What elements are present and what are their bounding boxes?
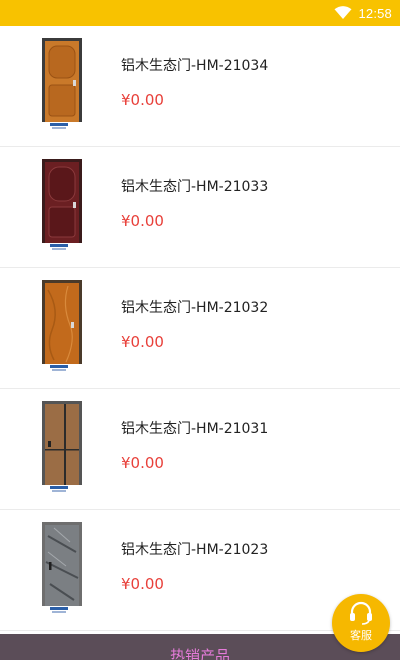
wifi-icon: [334, 6, 352, 19]
customer-service-button[interactable]: 客服: [332, 594, 390, 652]
door-image: [42, 401, 82, 492]
status-time: 12:58: [358, 5, 392, 21]
product-list: 铝木生态门-HM-21034 ¥0.00 铝木生态门-HM-21033 ¥0.0…: [0, 26, 400, 631]
headset-icon: [350, 601, 372, 625]
product-name: 铝木生态门-HM-21032: [121, 300, 269, 316]
door-image: [42, 280, 82, 371]
door-image: [42, 38, 82, 129]
product-name: 铝木生态门-HM-21034: [121, 58, 269, 74]
product-name: 铝木生态门-HM-21031: [121, 421, 269, 437]
product-price: ¥0.00: [121, 91, 164, 109]
door-image: [42, 522, 82, 613]
product-item[interactable]: 铝木生态门-HM-21032 ¥0.00: [0, 268, 400, 389]
product-price: ¥0.00: [121, 212, 164, 230]
status-bar: 12:58: [0, 0, 400, 26]
hot-products-label: 热销产品: [169, 647, 230, 660]
product-name: 铝木生态门-HM-21033: [121, 179, 269, 195]
product-price: ¥0.00: [121, 575, 164, 593]
customer-service-label: 客服: [350, 629, 372, 642]
product-name: 铝木生态门-HM-21023: [121, 542, 269, 558]
product-item[interactable]: 铝木生态门-HM-21033 ¥0.00: [0, 147, 400, 268]
product-price: ¥0.00: [121, 333, 164, 351]
product-item[interactable]: 铝木生态门-HM-21034 ¥0.00: [0, 26, 400, 147]
product-price: ¥0.00: [121, 454, 164, 472]
door-image: [42, 159, 82, 250]
product-item[interactable]: 铝木生态门-HM-21031 ¥0.00: [0, 389, 400, 510]
